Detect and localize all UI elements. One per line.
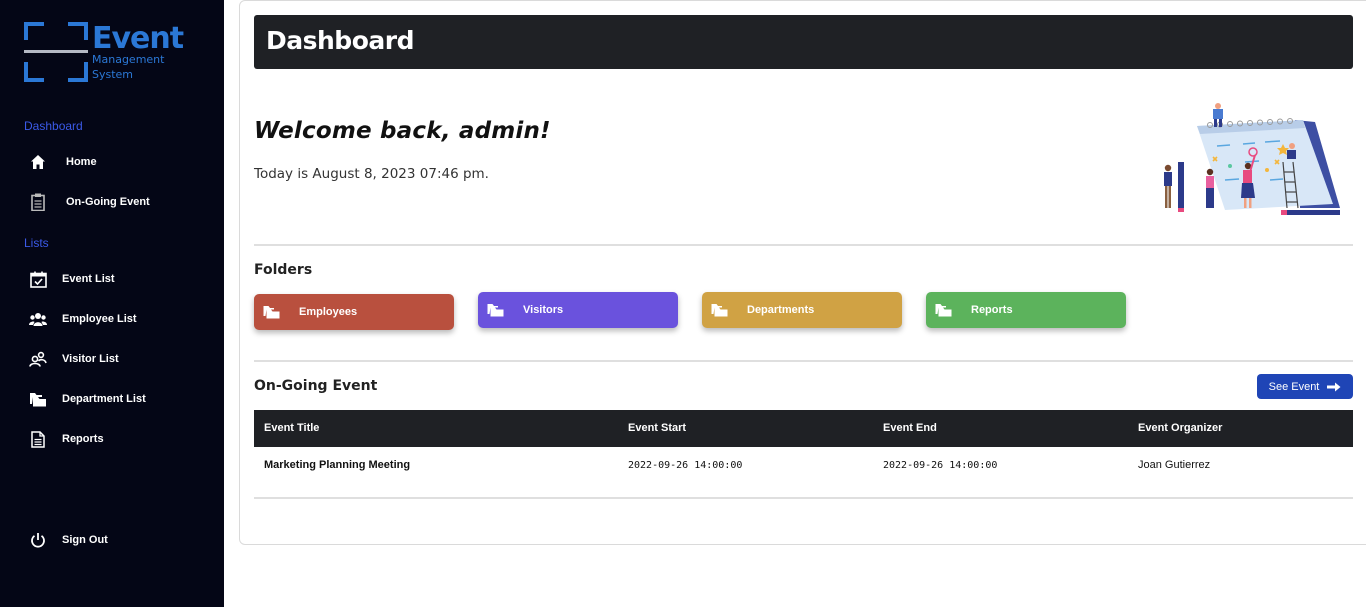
- folder-label: Employees: [299, 306, 358, 318]
- home-icon: [29, 153, 47, 171]
- sidebar-item-home[interactable]: Home: [0, 146, 224, 178]
- cell-event-end: 2022-09-26 14:00:00: [883, 460, 998, 471]
- app-logo[interactable]: Event Management System: [22, 20, 192, 86]
- sidebar: Event Management System Dashboard Home O…: [0, 0, 224, 607]
- sidebar-item-employee-list[interactable]: Employee List: [0, 303, 224, 335]
- sidebar-item-label: Visitor List: [62, 353, 119, 365]
- folder-label: Reports: [971, 304, 1013, 316]
- column-header-event-start[interactable]: Event Start: [628, 422, 686, 434]
- logo-subtitle-line2: System: [92, 68, 134, 81]
- see-event-button[interactable]: See Event: [1257, 374, 1353, 399]
- sidebar-item-label: Employee List: [62, 313, 137, 325]
- arrow-right-icon: [1327, 382, 1341, 391]
- sign-out-button[interactable]: Sign Out: [0, 524, 224, 556]
- folder-label: Visitors: [523, 304, 564, 316]
- cell-event-start: 2022-09-26 14:00:00: [628, 460, 743, 471]
- divider: [254, 497, 1353, 499]
- folder-label: Departments: [747, 304, 815, 316]
- clipboard-icon: [29, 193, 47, 211]
- see-event-label: See Event: [1268, 380, 1320, 393]
- logo-subtitle-line1: Management: [92, 53, 165, 66]
- column-header-event-organizer[interactable]: Event Organizer: [1138, 422, 1222, 434]
- divider: [254, 244, 1353, 246]
- page-title: Dashboard: [266, 26, 414, 55]
- folders-title: Folders: [254, 262, 313, 278]
- folder-icon: [935, 304, 952, 317]
- power-icon: [29, 531, 47, 549]
- users-icon: [29, 310, 47, 328]
- page-header: Dashboard: [254, 15, 1353, 69]
- sign-out-label: Sign Out: [62, 534, 108, 546]
- folder-visitors-button[interactable]: Visitors: [478, 292, 678, 328]
- document-icon: [29, 430, 47, 448]
- divider: [254, 360, 1353, 362]
- sidebar-item-label: Home: [66, 156, 97, 168]
- today-date-text: Today is August 8, 2023 07:46 pm.: [254, 166, 489, 182]
- folder-icon: [263, 306, 280, 319]
- folder-employees-button[interactable]: Employees: [254, 294, 454, 330]
- welcome-heading: Welcome back, admin!: [254, 118, 551, 144]
- sidebar-item-label: Reports: [62, 433, 104, 445]
- folder-icon: [487, 304, 504, 317]
- column-header-event-end[interactable]: Event End: [883, 422, 937, 434]
- section-label-lists: Lists: [24, 236, 49, 250]
- logo-frame-icon: [24, 22, 88, 82]
- user-group-icon: [29, 350, 47, 368]
- folder-reports-button[interactable]: Reports: [926, 292, 1126, 328]
- sidebar-item-label: Department List: [62, 393, 146, 405]
- sidebar-item-reports[interactable]: Reports: [0, 423, 224, 455]
- calendar-illustration: [1164, 103, 1340, 215]
- folder-departments-button[interactable]: Departments: [702, 292, 902, 328]
- cell-event-organizer: Joan Gutierrez: [1138, 459, 1211, 471]
- calendar-check-icon: [29, 270, 47, 288]
- ongoing-event-title: On-Going Event: [254, 378, 378, 394]
- cell-event-title: Marketing Planning Meeting: [264, 459, 411, 471]
- sidebar-item-visitor-list[interactable]: Visitor List: [0, 343, 224, 375]
- events-table-header: Event Title Event Start Event End Event …: [254, 410, 1353, 447]
- sidebar-item-ongoing-event[interactable]: On-Going Event: [0, 186, 224, 218]
- table-row[interactable]: Marketing Planning Meeting 2022-09-26 14…: [254, 447, 1353, 485]
- sidebar-item-event-list[interactable]: Event List: [0, 263, 224, 295]
- sidebar-item-label: Event List: [62, 273, 115, 285]
- sidebar-item-label: On-Going Event: [66, 196, 150, 208]
- folders-icon: [29, 390, 47, 408]
- sidebar-item-department-list[interactable]: Department List: [0, 383, 224, 415]
- folder-icon: [711, 304, 728, 317]
- column-header-event-title[interactable]: Event Title: [264, 422, 319, 434]
- section-label-dashboard: Dashboard: [24, 119, 83, 133]
